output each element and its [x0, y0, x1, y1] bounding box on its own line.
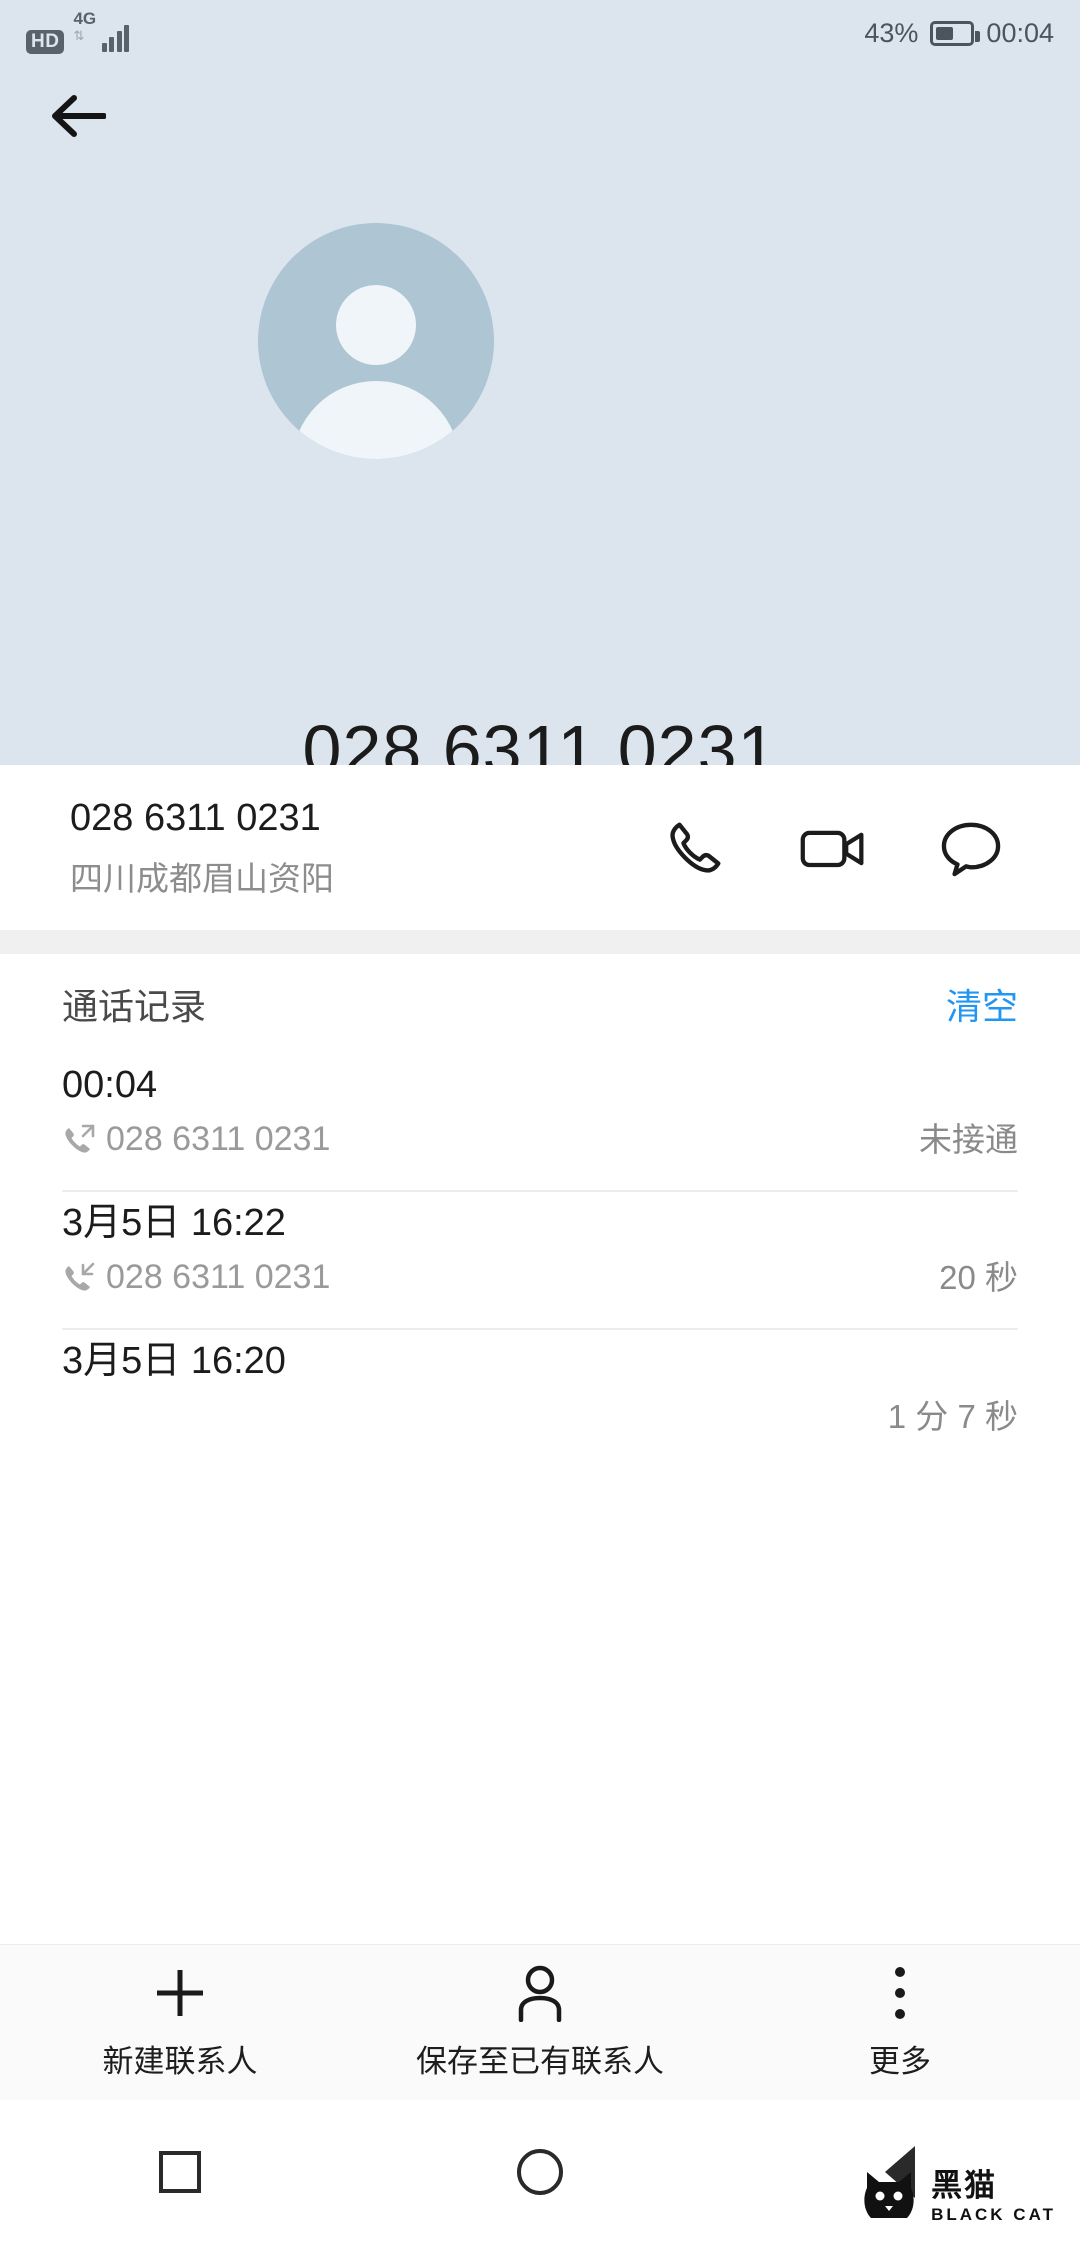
back-arrow-icon: [52, 95, 106, 137]
clock-label: 00:04: [986, 17, 1054, 48]
phone-handset-icon: [670, 822, 721, 873]
signal-bars-icon: [101, 25, 130, 52]
watermark: 黑猫 BLACK CAT: [859, 2166, 1056, 2226]
watermark-cn: 黑猫: [931, 2167, 998, 2203]
table-row[interactable]: 3月5日 16:22 028 6311 0231 20 秒: [62, 1192, 1018, 1330]
section-divider: [0, 930, 1080, 954]
log-entry-status: 1 分 7 秒: [887, 1398, 1018, 1435]
battery-icon: [930, 20, 981, 46]
log-entry-sub: 028 6311 0231: [62, 1258, 330, 1297]
nav-recents-button[interactable]: [0, 2151, 360, 2193]
save-to-existing-contact-label: 保存至已有联系人: [416, 2044, 664, 2079]
log-entry-time: 00:04: [62, 1064, 158, 1106]
speech-bubble-icon: [941, 822, 1001, 876]
message-button[interactable]: [936, 813, 1006, 883]
call-log-header: 通话记录 清空: [0, 954, 1080, 1054]
table-row[interactable]: 00:04 028 6311 0231 未接通: [62, 1054, 1018, 1192]
battery-fill: [936, 26, 953, 40]
status-bar-right: 43% 00:04: [864, 18, 1054, 49]
clear-log-button[interactable]: 清空: [946, 978, 1018, 1030]
person-icon: [513, 1964, 567, 2022]
circle-icon: [517, 2149, 563, 2195]
contact-action-buttons: [660, 813, 1006, 883]
log-entry-status: 20 秒: [939, 1259, 1018, 1296]
video-camera-icon: [800, 830, 864, 867]
contact-text-block: 028 6311 0231 四川成都眉山资阳: [70, 795, 334, 901]
log-entry-main: 00:04 028 6311 0231: [62, 1064, 330, 1159]
data-arrows-icon: ⇅: [73, 28, 84, 43]
cat-logo-icon: [864, 2172, 914, 2218]
phone-incoming-icon: [65, 1263, 95, 1291]
log-entry-main: 3月5日 16:20: [62, 1340, 286, 1382]
video-call-button[interactable]: [798, 813, 868, 883]
back-button[interactable]: [38, 80, 116, 152]
plus-icon: [151, 1964, 209, 2022]
avatar-head-shape: [336, 285, 416, 365]
bottom-action-bar: 新建联系人 保存至已有联系人 更多: [0, 1944, 1080, 2100]
log-entry-sub: 028 6311 0231: [62, 1120, 330, 1159]
more-button[interactable]: 更多: [720, 1964, 1080, 2081]
contact-number: 028 6311 0231: [70, 796, 321, 839]
save-to-existing-contact-button[interactable]: 保存至已有联系人: [360, 1964, 720, 2081]
avatar-body-shape: [292, 381, 460, 459]
log-entry-time: 3月5日 16:20: [62, 1340, 286, 1382]
call-log-title: 通话记录: [62, 986, 207, 1027]
table-row[interactable]: 3月5日 16:20 1 分 7 秒: [62, 1330, 1018, 1468]
contact-summary-row: 028 6311 0231 四川成都眉山资阳: [0, 765, 1080, 930]
status-bar-left: HD 4G ⇅: [26, 9, 130, 54]
watermark-en: BLACK CAT: [931, 2204, 1056, 2224]
more-label: 更多: [869, 2044, 931, 2079]
more-vertical-icon: [890, 1964, 910, 2022]
avatar: [258, 223, 494, 459]
call-button[interactable]: [660, 813, 730, 883]
call-log-list: 00:04 028 6311 0231 未接通 3月5日 16:22 028 6…: [0, 1054, 1080, 1468]
log-entry-status: 未接通: [919, 1121, 1018, 1158]
battery-percent-label: 43%: [864, 17, 919, 48]
new-contact-label: 新建联系人: [102, 2044, 258, 2079]
phone-screen: HD 4G ⇅ 43% 00:04 028 6311 0231 028 6311…: [0, 0, 1080, 2244]
log-entry-main: 3月5日 16:22 028 6311 0231: [62, 1202, 330, 1297]
hd-badge: HD: [26, 30, 65, 54]
new-contact-button[interactable]: 新建联系人: [0, 1964, 360, 2081]
square-icon: [159, 2151, 201, 2193]
contact-hero: HD 4G ⇅ 43% 00:04 028 6311 0231: [0, 0, 1080, 789]
network-type-label: 4G: [73, 9, 97, 28]
log-entry-number: 028 6311 0231: [106, 1119, 331, 1158]
watermark-text: 黑猫 BLACK CAT: [931, 2170, 1056, 2223]
log-entry-time: 3月5日 16:22: [62, 1202, 286, 1244]
signal-icon: 4G ⇅: [73, 9, 130, 54]
log-entry-number: 028 6311 0231: [106, 1257, 331, 1296]
phone-outgoing-icon: [65, 1125, 95, 1153]
contact-location: 四川成都眉山资阳: [70, 860, 334, 898]
nav-home-button[interactable]: [360, 2149, 720, 2195]
status-bar: HD 4G ⇅ 43% 00:04: [0, 0, 1080, 66]
